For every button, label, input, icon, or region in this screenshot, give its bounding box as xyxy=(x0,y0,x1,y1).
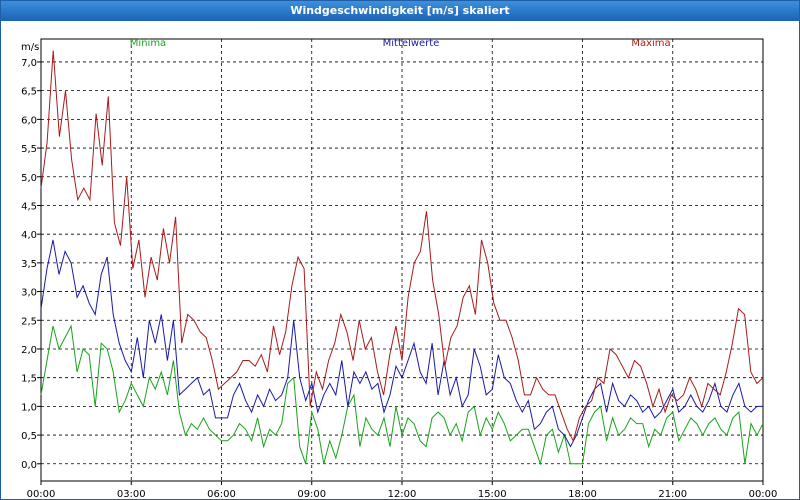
x-tick-time: 03:00 xyxy=(117,489,146,499)
y-axis: 0,0 0,5 1,0 1,5 2,0 2,5 3,0 3,5 4,0 4,5 5,0 5,5 6,0 6… xyxy=(21,42,41,471)
y-axis-label: m/s xyxy=(21,42,39,53)
y-tick-label: 5,0 xyxy=(21,173,37,184)
y-tick-label: 2,5 xyxy=(21,316,37,327)
y-tick-label: 6,0 xyxy=(21,115,37,126)
x-tick-time: 00:00 xyxy=(27,489,56,499)
legend-label-maxima: Maxima xyxy=(631,38,670,49)
x-tick-time: 09:00 xyxy=(297,489,326,499)
y-tick-label: 3,0 xyxy=(21,288,37,299)
x-tick-time: 21:00 xyxy=(658,489,687,499)
x-tick-time: 12:00 xyxy=(388,489,417,499)
y-tick-label: 1,5 xyxy=(21,374,37,385)
y-tick-label: 3,5 xyxy=(21,259,37,270)
window-title: Windgeschwindigkeit [m/s] skaliert xyxy=(1,1,799,21)
x-tick-time: 18:00 xyxy=(568,489,597,499)
legend-label-minima: Minima xyxy=(130,38,166,49)
y-tick-label: 0,0 xyxy=(21,460,37,471)
y-tick-label: 1,0 xyxy=(21,402,37,413)
chart-window: Windgeschwindigkeit [m/s] skaliert 0,0 0,… xyxy=(0,0,800,500)
y-tick-label: 6,5 xyxy=(21,87,37,98)
y-tick-label: 7,0 xyxy=(21,58,37,69)
legend-label-mittelwerte: Mittelwerte xyxy=(383,38,440,49)
y-tick-label: 4,0 xyxy=(21,230,37,241)
y-tick-label: 2,0 xyxy=(21,345,37,356)
y-tick-label: 4,5 xyxy=(21,201,37,212)
x-tick-time: 06:00 xyxy=(207,489,236,499)
y-tick-label: 5,5 xyxy=(21,144,37,155)
y-tick-label: 0,5 xyxy=(21,431,37,442)
x-axis: 00:0014.02.1603:0014.02.1606:0014.02.160… xyxy=(27,481,778,499)
x-tick-time: 15:00 xyxy=(478,489,507,499)
x-tick-time: 00:00 xyxy=(749,489,778,499)
wind-speed-chart: 0,0 0,5 1,0 1,5 2,0 2,5 3,0 3,5 4,0 4,5 5,0 5,5 6,0 6… xyxy=(21,38,778,499)
